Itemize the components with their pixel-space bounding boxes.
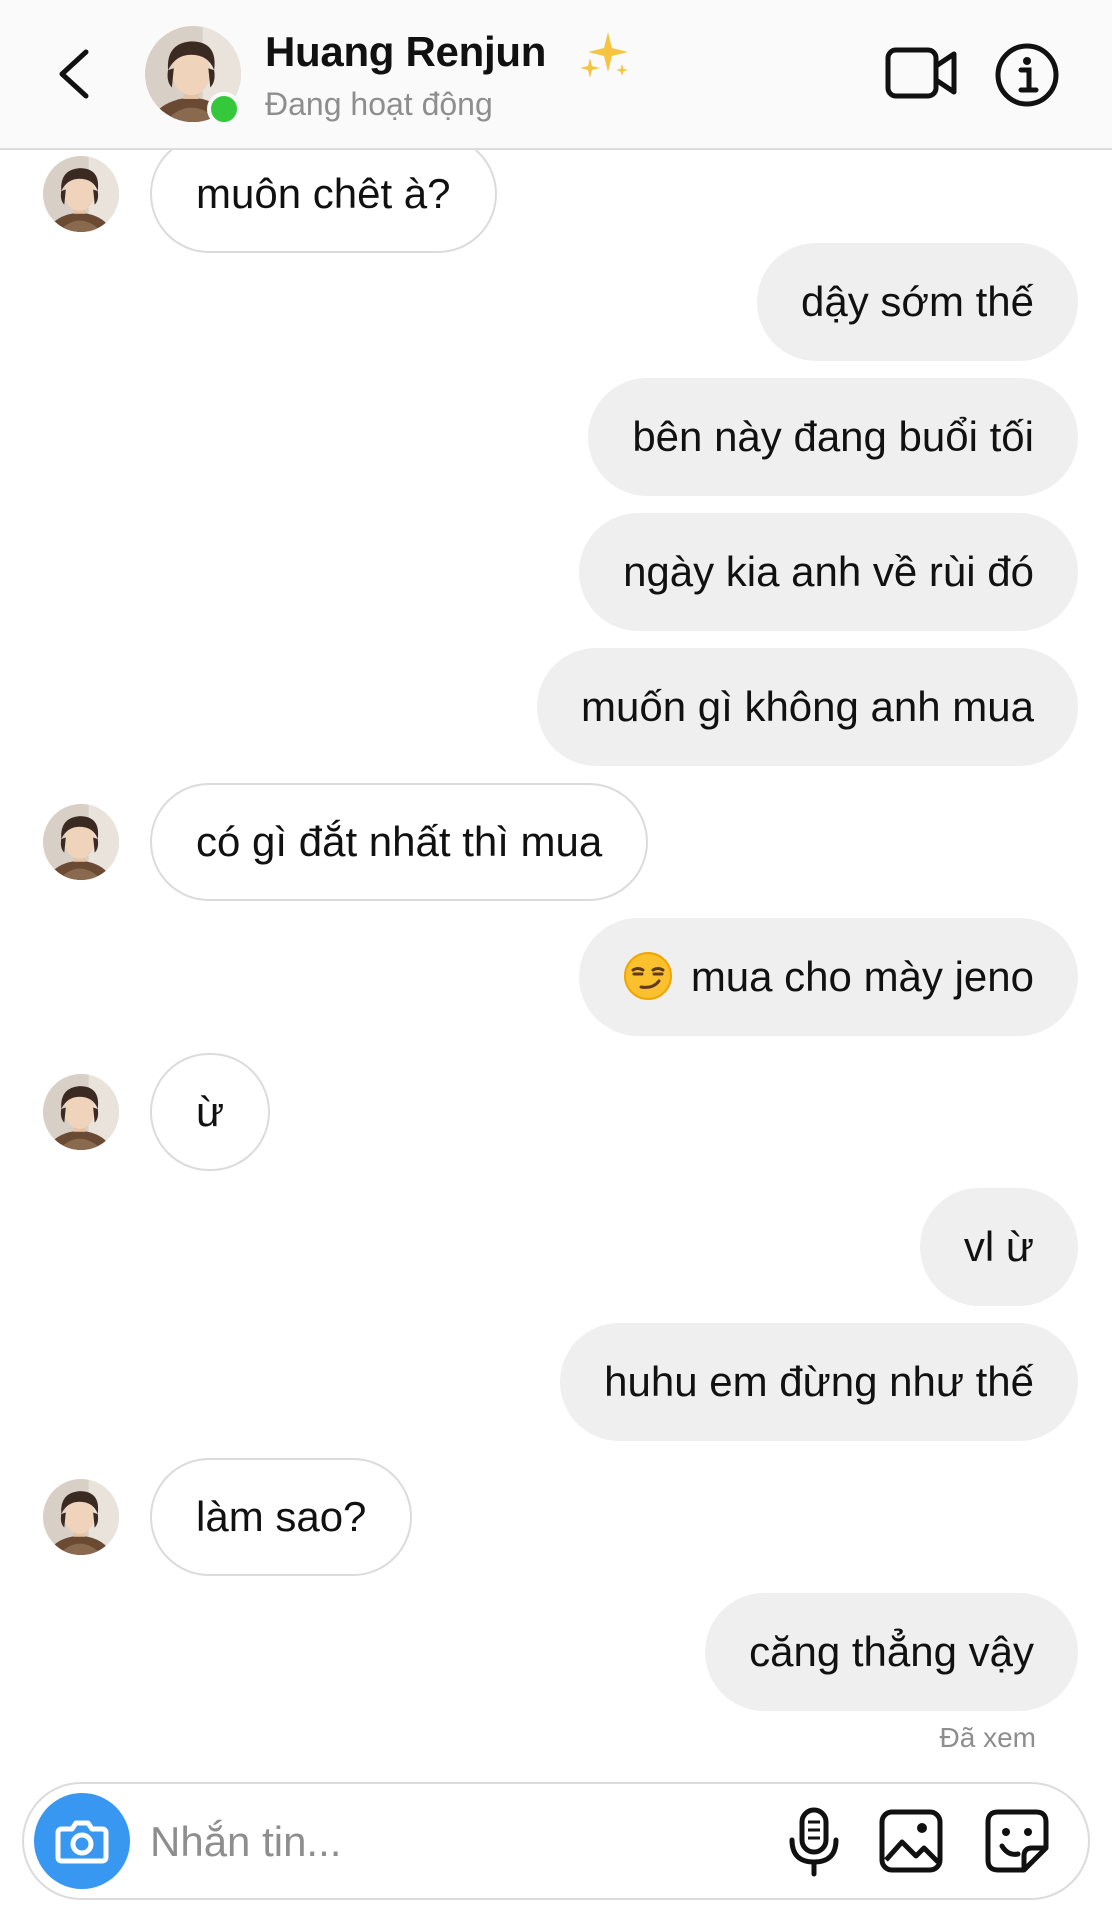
microphone-icon	[789, 1807, 839, 1877]
sent-message: muốn gì không anh mua	[0, 648, 1112, 766]
camera-icon	[55, 1820, 109, 1864]
message-text: dậy sớm thế	[801, 278, 1034, 325]
sticker-button[interactable]	[984, 1808, 1050, 1874]
chevron-left-icon	[59, 49, 89, 99]
voice-message-button[interactable]	[784, 1806, 844, 1878]
message-text: làm sao?	[196, 1493, 367, 1540]
message-bubble[interactable]: bên này đang buổi tối	[588, 378, 1078, 496]
video-call-button[interactable]	[884, 44, 958, 102]
message-bubble[interactable]: muôn chêt à?	[150, 135, 497, 253]
sent-message: vl ừ	[0, 1188, 1112, 1306]
message-bubble[interactable]: ngày kia anh về rùi đó	[579, 513, 1078, 631]
sent-message: huhu em đừng như thế	[0, 1323, 1112, 1441]
message-text: ừ	[196, 1088, 225, 1135]
contact-avatar[interactable]	[145, 26, 241, 126]
message-text: muôn chêt à?	[196, 170, 451, 217]
message-bubble[interactable]: căng thẳng vậy	[705, 1593, 1078, 1711]
message-bubble[interactable]: huhu em đừng như thế	[560, 1323, 1078, 1441]
received-message: có gì đắt nhất thì mua	[0, 783, 1112, 901]
message-text: huhu em đừng như thế	[604, 1358, 1034, 1405]
message-text: căng thẳng vậy	[749, 1628, 1034, 1675]
contact-name[interactable]: Huang Renjun	[265, 28, 546, 76]
sent-message: bên này đang buổi tối	[0, 378, 1112, 496]
sparkles-icon	[580, 32, 628, 78]
received-message: làm sao?	[0, 1458, 1112, 1576]
sent-message: mua cho mày jeno	[0, 918, 1112, 1036]
sender-avatar[interactable]	[43, 804, 119, 880]
message-bubble[interactable]: làm sao?	[150, 1458, 413, 1576]
camera-button[interactable]	[34, 1793, 130, 1889]
info-button[interactable]	[994, 42, 1060, 108]
video-camera-icon	[885, 47, 957, 99]
message-thread[interactable]: muôn chêt à? dậy sớm thế bên này đang buổi…	[0, 0, 1112, 1780]
received-message: muôn chêt à?	[0, 135, 1112, 253]
online-status-dot	[207, 92, 241, 126]
message-text: ngày kia anh về rùi đó	[623, 548, 1034, 595]
message-bubble[interactable]: ừ	[150, 1053, 271, 1171]
message-input[interactable]	[148, 1806, 772, 1878]
sent-message: căng thẳng vậy	[0, 1593, 1112, 1711]
message-text: có gì đắt nhất thì mua	[196, 818, 603, 865]
sent-message: dậy sớm thế	[0, 243, 1112, 361]
message-bubble[interactable]: dậy sớm thế	[757, 243, 1078, 361]
message-bubble[interactable]: có gì đắt nhất thì mua	[150, 783, 649, 901]
sent-message: ngày kia anh về rùi đó	[0, 513, 1112, 631]
message-text: muốn gì không anh mua	[581, 683, 1034, 730]
smirking-face-icon	[623, 952, 672, 1000]
sender-avatar[interactable]	[43, 1074, 119, 1150]
received-message: ừ	[0, 1053, 1112, 1171]
sticker-icon	[985, 1809, 1049, 1873]
chat-header: Huang Renjun Đang hoạt động	[0, 0, 1112, 150]
back-button[interactable]	[50, 44, 100, 104]
image-icon	[879, 1809, 943, 1873]
seen-indicator: Đã xem	[939, 1722, 1036, 1753]
message-composer	[22, 1782, 1090, 1900]
message-text: vl ừ	[963, 1223, 1034, 1270]
gallery-button[interactable]	[878, 1808, 944, 1874]
active-status: Đang hoạt động	[265, 86, 493, 122]
sender-avatar[interactable]	[43, 1479, 119, 1555]
message-bubble[interactable]: muốn gì không anh mua	[537, 648, 1078, 766]
message-text: mua cho mày jeno	[690, 953, 1034, 1000]
sender-avatar[interactable]	[43, 156, 119, 232]
message-bubble[interactable]: vl ừ	[919, 1188, 1078, 1306]
info-icon	[995, 43, 1059, 107]
message-bubble[interactable]: mua cho mày jeno	[578, 918, 1078, 1036]
message-text: bên này đang buổi tối	[632, 413, 1034, 460]
